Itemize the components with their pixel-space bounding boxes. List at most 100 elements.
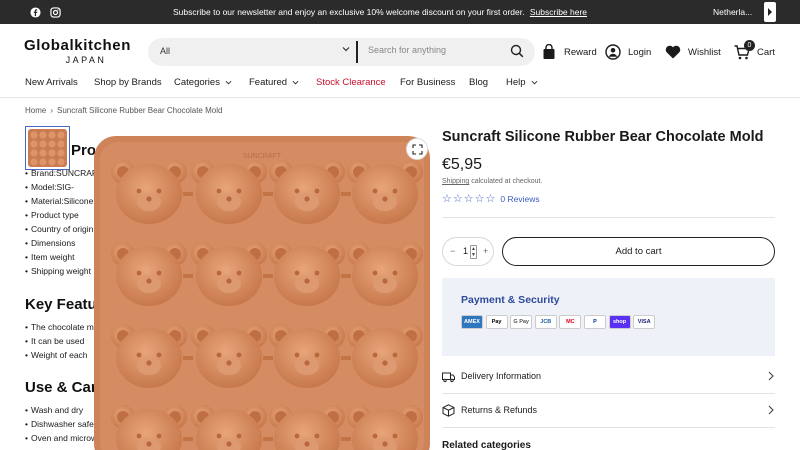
nav-stock-clearance[interactable]: Stock Clearance <box>316 77 386 88</box>
mold-channel <box>183 356 193 360</box>
mold-channel <box>341 274 351 278</box>
subscribe-link[interactable]: Subscribe here <box>530 7 587 17</box>
spec-item: Country of origin <box>25 224 93 234</box>
nav-label: Blog <box>469 77 489 88</box>
product-title: Suncraft Silicone Rubber Bear Chocolate … <box>442 129 764 145</box>
payment-method-jcb-icon: JCB <box>534 315 557 329</box>
payment-security-panel: Payment & Security AMEX Pay G Pay JCB MC Psho… <box>442 278 775 356</box>
search-category-select[interactable]: All <box>160 46 170 56</box>
spec-item: Brand:SUNCRAFT <box>25 168 95 178</box>
truck-icon <box>442 372 455 382</box>
region-dropdown-icon[interactable] <box>764 2 776 22</box>
reviews-link[interactable]: 0 Reviews <box>500 194 539 204</box>
expand-icon <box>411 143 423 155</box>
mold-channel <box>263 356 273 360</box>
delivery-information-row[interactable]: Delivery Information <box>442 368 775 384</box>
shipping-text: calculated at checkout. <box>471 178 543 185</box>
feature-item: Weight of each <box>25 350 88 360</box>
star-icon: ☆ <box>485 193 496 205</box>
divider <box>442 393 775 394</box>
returns-label: Returns & Refunds <box>461 405 538 415</box>
quantity-increase-button[interactable]: + <box>483 246 488 256</box>
cart-button[interactable]: 0 Cart <box>734 40 775 60</box>
wishlist-button[interactable]: Wishlist <box>665 44 721 60</box>
expand-image-button[interactable] <box>406 138 428 160</box>
spec-item: Material:Silicone <box>25 196 93 206</box>
spec-item: Item weight <box>25 252 74 262</box>
payment-heading: Payment & Security <box>461 294 560 306</box>
search-divider <box>356 41 358 63</box>
returns-refunds-row[interactable]: Returns & Refunds <box>442 402 775 418</box>
nav-shop-by-brands[interactable]: Shop by Brands <box>94 77 162 88</box>
care-heading: Use & Care <box>25 379 95 396</box>
spec-item: Shipping weight <box>25 266 91 276</box>
mold-channel <box>263 192 273 196</box>
bear-mold-image: SUNCRAFT <box>94 136 430 450</box>
heart-icon <box>665 44 681 60</box>
search-input[interactable] <box>368 45 498 55</box>
cart-icon: 0 <box>734 40 755 60</box>
payment-methods: AMEX Pay G Pay JCB MC Pshop VISA <box>461 315 658 329</box>
quantity-value[interactable]: 1 <box>463 246 468 256</box>
mold-channel <box>263 437 273 441</box>
quantity-stepper[interactable]: − 1 ▲ ▼ + <box>442 237 494 266</box>
star-icon: ☆ <box>474 193 485 205</box>
product-price: €5,95 <box>442 156 483 173</box>
quantity-spinner[interactable]: ▲ ▼ <box>470 245 477 259</box>
shipping-note: Shipping calculated at checkout. <box>442 178 542 185</box>
chevron-right-icon <box>768 371 774 381</box>
login-button[interactable]: Login <box>605 44 651 60</box>
bear-cavity <box>347 405 423 450</box>
reward-label: Reward <box>564 46 597 58</box>
product-main-image[interactable]: SUNCRAFT <box>94 126 434 450</box>
mold-channel <box>183 437 193 441</box>
wishlist-label: Wishlist <box>688 46 721 58</box>
nav-help[interactable]: Help <box>506 77 538 88</box>
chevron-down-icon <box>292 80 299 85</box>
bear-cavity <box>191 405 267 450</box>
shipping-link[interactable]: Shipping <box>442 178 469 185</box>
care-item: Dishwasher safe <box>25 419 94 429</box>
payment-method-visa-icon: VISA <box>633 315 656 329</box>
payment-method-g-pay-icon: G Pay <box>510 315 533 329</box>
cart-label: Cart <box>757 46 775 58</box>
chevron-down-icon <box>531 80 538 85</box>
care-item: Wash and dry <box>25 405 83 415</box>
nav-label: For Business <box>400 77 456 88</box>
region-selector[interactable]: Netherla... <box>713 7 752 17</box>
user-icon <box>605 44 621 60</box>
mold-channel <box>263 274 273 278</box>
star-icon: ☆ <box>452 193 463 205</box>
chevron-right-icon <box>768 405 774 415</box>
mold-channel <box>341 437 351 441</box>
bear-cavity <box>269 405 345 450</box>
login-label: Login <box>628 46 652 58</box>
rating-stars[interactable]: ☆ ☆ ☆ ☆ ☆ 0 Reviews <box>442 192 540 205</box>
nav-label: Stock Clearance <box>316 77 386 88</box>
related-categories-heading: Related categories <box>442 440 531 450</box>
reward-button[interactable]: Reward <box>541 44 597 60</box>
nav-label: Shop by Brands <box>94 77 162 88</box>
star-icon: ☆ <box>442 193 452 205</box>
spec-item: Model:SIG- <box>25 182 74 192</box>
payment-method-mc-icon: MC <box>559 315 582 329</box>
nav-blog[interactable]: Blog <box>469 77 488 88</box>
feature-item: It can be used <box>25 336 84 346</box>
nav-categories[interactable]: Categories <box>174 77 232 88</box>
product-description: Product Specifications Brand:SUNCRAFT Mo… <box>25 0 95 450</box>
mold-channel <box>341 356 351 360</box>
payment-method-amex-icon: AMEX <box>461 315 483 329</box>
divider <box>442 217 775 218</box>
chevron-down-icon[interactable] <box>342 45 350 55</box>
nav-featured[interactable]: Featured <box>249 77 299 88</box>
nav-divider <box>0 97 800 98</box>
announcement-bar: Subscribe to our newsletter and enjoy an… <box>0 0 800 24</box>
mold-brand-text: SUNCRAFT <box>243 153 282 160</box>
search-icon[interactable] <box>510 44 526 60</box>
announcement-text: Subscribe to our newsletter and enjoy an… <box>172 7 525 17</box>
add-to-cart-button[interactable]: Add to cart <box>502 237 775 266</box>
nav-for-business[interactable]: For Business <box>400 77 455 88</box>
announcement-message: Subscribe to our newsletter and enjoy an… <box>0 7 760 17</box>
search-bar: All <box>148 38 535 66</box>
quantity-decrease-button[interactable]: − <box>450 246 455 256</box>
